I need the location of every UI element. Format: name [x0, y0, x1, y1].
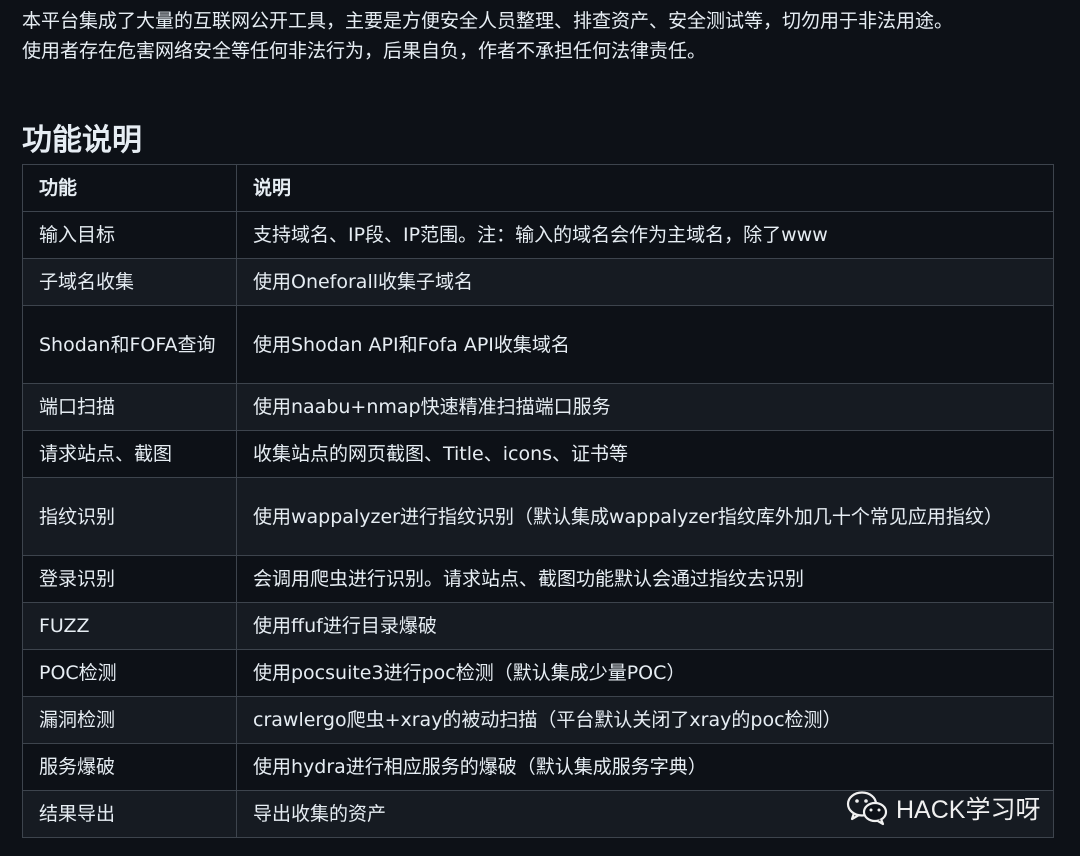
feature-description: 收集站点的网页截图、Title、icons、证书等: [236, 430, 1054, 478]
feature-name: 指纹识别: [22, 477, 237, 556]
watermark: HACK学习呀: [846, 786, 1040, 830]
section-title: 功能说明: [22, 119, 1053, 168]
feature-name: FUZZ: [22, 602, 237, 650]
feature-name: 漏洞检测: [22, 696, 237, 744]
table-row: 漏洞检测 crawlergo爬虫+xray的被动扫描（平台默认关闭了xray的p…: [22, 696, 1054, 744]
feature-description: crawlergo爬虫+xray的被动扫描（平台默认关闭了xray的poc检测）: [236, 696, 1054, 744]
feature-name: 服务爆破: [22, 743, 237, 791]
table-row: 输入目标 支持域名、IP段、IP范围。注：输入的域名会作为主域名，除了www: [22, 211, 1054, 259]
feature-name: 子域名收集: [22, 258, 237, 306]
feature-description: 使用naabu+nmap快速精准扫描端口服务: [236, 383, 1054, 431]
feature-description: 会调用爬虫进行识别。请求站点、截图功能默认会通过指纹去识别: [236, 555, 1054, 603]
watermark-text: HACK学习呀: [896, 796, 1041, 824]
feature-name: 请求站点、截图: [22, 430, 237, 478]
table-header-row: 功能 说明: [22, 164, 1054, 212]
table-row: Shodan和FOFA查询 使用Shodan API和Fofa API收集域名: [22, 305, 1054, 384]
table-row: 端口扫描 使用naabu+nmap快速精准扫描端口服务: [22, 383, 1054, 431]
feature-name: Shodan和FOFA查询: [22, 305, 237, 384]
feature-name: 端口扫描: [22, 383, 237, 431]
features-table: 功能 说明 输入目标 支持域名、IP段、IP范围。注：输入的域名会作为主域名，除…: [22, 164, 1054, 838]
feature-description: 使用wappalyzer进行指纹识别（默认集成wappalyzer指纹库外加几十…: [236, 477, 1054, 556]
feature-name: POC检测: [22, 649, 237, 697]
wechat-icon: [846, 790, 888, 826]
feature-description: 支持域名、IP段、IP范围。注：输入的域名会作为主域名，除了www: [236, 211, 1054, 259]
feature-description: 使用hydra进行相应服务的爆破（默认集成服务字典）: [236, 743, 1054, 791]
feature-description: 使用Shodan API和Fofa API收集域名: [236, 305, 1054, 384]
table-row: FUZZ 使用ffuf进行目录爆破: [22, 602, 1054, 650]
feature-name: 结果导出: [22, 790, 237, 838]
intro-text: 本平台集成了大量的互联网公开工具，主要是方便安全人员整理、排查资产、安全测试等，…: [22, 6, 1062, 66]
table-row: 子域名收集 使用Oneforall收集子域名: [22, 258, 1054, 306]
feature-description: 使用pocsuite3进行poc检测（默认集成少量POC）: [236, 649, 1054, 697]
column-header-description: 说明: [236, 164, 1054, 212]
intro-line-1: 本平台集成了大量的互联网公开工具，主要是方便安全人员整理、排查资产、安全测试等，…: [22, 10, 954, 32]
table-row: 服务爆破 使用hydra进行相应服务的爆破（默认集成服务字典）: [22, 743, 1054, 791]
column-header-feature: 功能: [22, 164, 237, 212]
table-row: 请求站点、截图 收集站点的网页截图、Title、icons、证书等: [22, 430, 1054, 478]
feature-name: 输入目标: [22, 211, 237, 259]
feature-name: 登录识别: [22, 555, 237, 603]
feature-description: 使用ffuf进行目录爆破: [236, 602, 1054, 650]
intro-line-2: 使用者存在危害网络安全等任何非法行为，后果自负，作者不承担任何法律责任。: [22, 40, 707, 62]
table-row: 登录识别 会调用爬虫进行识别。请求站点、截图功能默认会通过指纹去识别: [22, 555, 1054, 603]
table-row: POC检测 使用pocsuite3进行poc检测（默认集成少量POC）: [22, 649, 1054, 697]
table-row: 指纹识别 使用wappalyzer进行指纹识别（默认集成wappalyzer指纹…: [22, 477, 1054, 556]
feature-description: 使用Oneforall收集子域名: [236, 258, 1054, 306]
